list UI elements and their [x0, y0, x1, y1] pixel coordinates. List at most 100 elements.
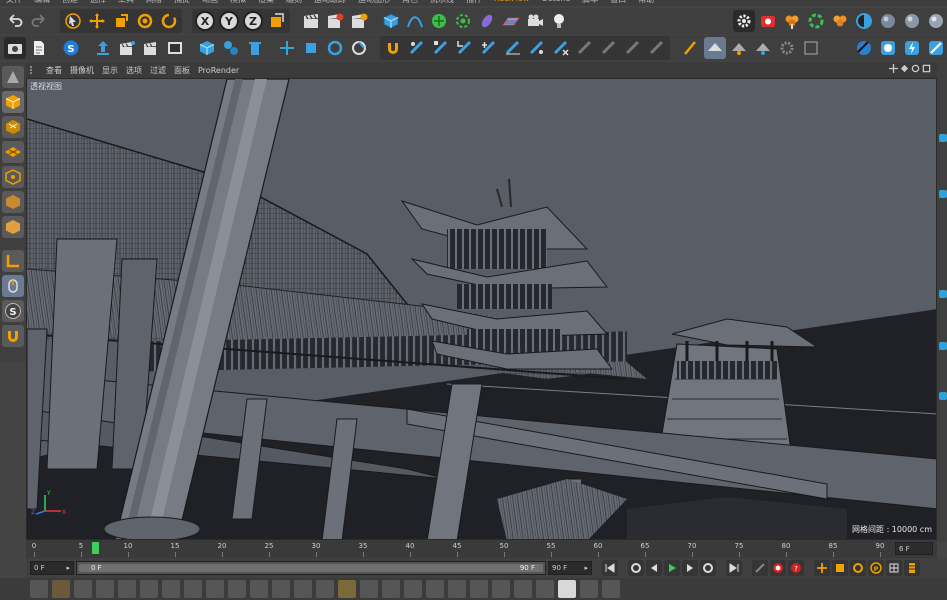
end-frame-field[interactable]: 90 F ▸: [548, 561, 592, 575]
viewport-menu-options[interactable]: 选项: [126, 65, 142, 76]
previous-frame-icon[interactable]: [646, 560, 662, 576]
select-arrow-icon[interactable]: [62, 10, 84, 32]
timeline-playhead[interactable]: [92, 542, 100, 554]
menu-item[interactable]: 角色: [402, 0, 418, 6]
menu-item[interactable]: 编辑: [34, 0, 50, 6]
go-to-start-icon[interactable]: [602, 560, 618, 576]
viewport-menu-filter[interactable]: 过滤: [150, 65, 166, 76]
axis-move-icon[interactable]: [276, 37, 298, 59]
bottom-tool-icon[interactable]: [470, 580, 488, 598]
settings-icon[interactable]: [733, 10, 755, 32]
snap-tool-11-icon[interactable]: [646, 37, 668, 59]
bottom-tool-icon[interactable]: [162, 580, 180, 598]
menu-item[interactable]: Octane: [542, 0, 571, 6]
right-palette-marker[interactable]: [939, 342, 947, 350]
maximize-icon[interactable]: [922, 64, 931, 73]
checker-2-icon[interactable]: [752, 37, 774, 59]
key-rotation-icon[interactable]: [850, 560, 866, 576]
delete-icon[interactable]: [244, 37, 266, 59]
document-icon[interactable]: [28, 37, 50, 59]
tweak-mode-icon[interactable]: [2, 275, 24, 297]
bottom-tool-icon[interactable]: [30, 580, 48, 598]
bottom-tool-icon[interactable]: [360, 580, 378, 598]
menu-item[interactable]: 插件: [466, 0, 482, 6]
cycle-icon[interactable]: [805, 10, 827, 32]
bottom-tool-icon[interactable]: [250, 580, 268, 598]
grid-texture-icon[interactable]: [704, 37, 726, 59]
next-frame-icon[interactable]: [682, 560, 698, 576]
right-palette-marker[interactable]: [939, 392, 947, 400]
menu-item[interactable]: 捕捉: [174, 0, 190, 6]
cube-icon[interactable]: [380, 10, 402, 32]
floor-icon[interactable]: [500, 10, 522, 32]
bottom-tool-icon[interactable]: [206, 580, 224, 598]
axis-scale-icon[interactable]: [300, 37, 322, 59]
menu-item[interactable]: RealFlow: [494, 0, 530, 6]
menu-item[interactable]: 网格: [146, 0, 162, 6]
snap-tool-4-icon[interactable]: [478, 37, 500, 59]
clapper-icon[interactable]: [116, 37, 138, 59]
bottom-tool-icon[interactable]: [52, 580, 70, 598]
magnet-icon[interactable]: [382, 37, 404, 59]
previous-key-icon[interactable]: [628, 560, 644, 576]
picture-viewer-icon[interactable]: [164, 37, 186, 59]
right-palette-marker[interactable]: [939, 290, 947, 298]
workplane-mode-icon[interactable]: [2, 141, 24, 163]
snap-s-left-icon[interactable]: S: [2, 300, 24, 322]
key-position-icon[interactable]: [814, 560, 830, 576]
record-keys-icon[interactable]: [752, 560, 768, 576]
bottom-tool-icon[interactable]: [338, 580, 356, 598]
menu-item[interactable]: 运动跟踪: [314, 0, 346, 6]
preview-range-slider[interactable]: 0 F 90 F: [76, 561, 546, 575]
bottom-tool-icon[interactable]: [294, 580, 312, 598]
bottom-tool-icon[interactable]: [184, 580, 202, 598]
menu-item[interactable]: 文件: [6, 0, 22, 6]
menu-item[interactable]: 模拟: [230, 0, 246, 6]
viewport-menu-panel[interactable]: 面板: [174, 65, 190, 76]
bottom-tool-icon[interactable]: [602, 580, 620, 598]
menu-item[interactable]: 帮助: [638, 0, 654, 6]
menu-item[interactable]: 动画: [202, 0, 218, 6]
bottom-tool-icon[interactable]: [492, 580, 510, 598]
live-select-icon[interactable]: [158, 10, 180, 32]
rotate-icon[interactable]: [134, 10, 156, 32]
gear-grey-icon[interactable]: [776, 37, 798, 59]
coordinate-system-icon[interactable]: [266, 10, 288, 32]
render-view-icon[interactable]: [300, 10, 322, 32]
bottom-tool-icon[interactable]: [558, 580, 576, 598]
grey-sphere-2-icon[interactable]: [901, 10, 923, 32]
edges-mode-icon[interactable]: [2, 191, 24, 213]
snap-tool-2-icon[interactable]: [430, 37, 452, 59]
menu-item[interactable]: 运动图形: [358, 0, 390, 6]
checker-icon[interactable]: [728, 37, 750, 59]
viewport-menu-prorender[interactable]: ProRender: [198, 66, 239, 75]
undo-icon[interactable]: [4, 10, 26, 32]
connect-objects-icon[interactable]: [220, 37, 242, 59]
pan-icon[interactable]: [889, 64, 898, 73]
viewport-menu-display[interactable]: 显示: [102, 65, 118, 76]
key-scale-icon[interactable]: [832, 560, 848, 576]
model-mode-icon[interactable]: [2, 91, 24, 113]
zoom-icon[interactable]: [900, 64, 909, 73]
start-frame-field[interactable]: 0 F ▸: [30, 561, 74, 575]
camera-icon[interactable]: [524, 10, 546, 32]
points-mode-icon[interactable]: [2, 166, 24, 188]
grey-sphere-3-icon[interactable]: [925, 10, 947, 32]
clapper-2-icon[interactable]: [140, 37, 162, 59]
move-icon[interactable]: [86, 10, 108, 32]
right-palette-marker[interactable]: [939, 190, 947, 198]
octane-light-icon[interactable]: [901, 37, 923, 59]
snap-tool-7-icon[interactable]: [550, 37, 572, 59]
frame-icon[interactable]: [800, 37, 822, 59]
array-icon[interactable]: [452, 10, 474, 32]
texture-mode-icon[interactable]: [2, 116, 24, 138]
octane-material-icon[interactable]: [853, 37, 875, 59]
bottom-tool-icon[interactable]: [140, 580, 158, 598]
magnet-left-icon[interactable]: [2, 325, 24, 347]
axis-rotate-icon[interactable]: [324, 37, 346, 59]
bottom-tool-icon[interactable]: [96, 580, 114, 598]
bottom-tool-icon[interactable]: [404, 580, 422, 598]
light-icon[interactable]: [548, 10, 570, 32]
y-axis-icon[interactable]: Y: [218, 10, 240, 32]
viewport-menu-cameras[interactable]: 摄像机: [70, 65, 94, 76]
